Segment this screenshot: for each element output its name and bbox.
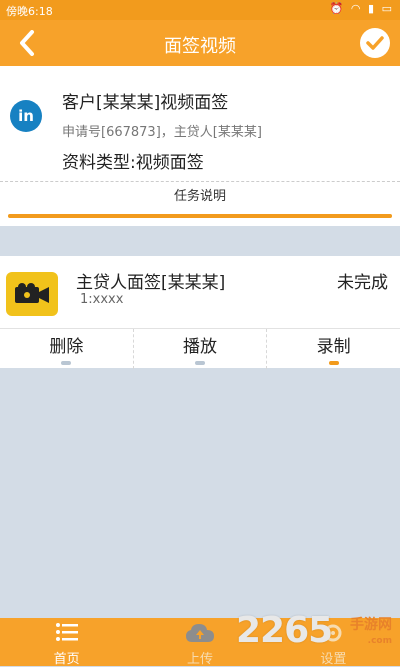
action-bar: 删除 播放 录制 <box>0 328 400 369</box>
status-bar: 傍晚6:18 ⏰ ◠ ▮ ▭ <box>0 0 400 20</box>
linkedin-icon: in <box>10 100 42 132</box>
tab-settings[interactable]: 设置 <box>267 618 400 667</box>
wifi-icon: ◠ <box>350 2 363 15</box>
battery-icon: ▭ <box>381 2 394 15</box>
tab-home[interactable]: 首页 <box>0 618 133 667</box>
delete-label: 删除 <box>49 337 84 357</box>
play-label: 播放 <box>183 337 217 357</box>
confirm-button[interactable] <box>360 28 390 58</box>
page-title: 面签视频 <box>164 36 236 57</box>
tab-settings-label: 设置 <box>320 652 347 667</box>
cloud-upload-icon <box>185 624 214 642</box>
title-bar: 面签视频 <box>0 20 400 66</box>
record-button[interactable]: 录制 <box>266 329 400 369</box>
tab-upload[interactable]: 上传 <box>133 618 266 667</box>
bottom-tab-bar: 首页 上传 设置 <box>0 618 400 667</box>
check-icon <box>366 36 384 50</box>
list-icon <box>55 623 78 641</box>
video-subtitle: 1:xxxx <box>80 292 124 307</box>
progress-bar <box>8 214 392 218</box>
application-info: 申请号[667873]，主贷人[某某某] <box>62 125 262 140</box>
indicator-dot <box>61 361 72 365</box>
tab-upload-label: 上传 <box>186 652 213 667</box>
progress-fill <box>8 214 392 218</box>
gear-icon <box>324 624 342 642</box>
material-type: 资料类型:视频面签 <box>62 153 204 173</box>
video-item: 主贷人面签[某某某] 未完成 1:xxxx 删除 播放 录制 <box>0 256 400 369</box>
status-time: 傍晚6:18 <box>6 5 53 18</box>
indicator-dot-active <box>328 361 339 365</box>
record-label: 录制 <box>316 337 351 357</box>
status-label: 未完成 <box>337 273 388 293</box>
task-description-button[interactable]: 任务说明 <box>0 182 400 212</box>
customer-title: 客户[某某某]视频面签 <box>62 93 229 113</box>
alarm-icon: ⏰ <box>329 2 346 15</box>
indicator-dot <box>195 361 205 365</box>
customer-card: in 客户[某某某]视频面签 申请号[667873]，主贷人[某某某] 资料类型… <box>0 66 400 226</box>
video-camera-icon <box>6 272 58 316</box>
tab-home-label: 首页 <box>53 652 80 667</box>
signal-icon: ▮ <box>368 2 377 15</box>
play-button[interactable]: 播放 <box>132 329 267 369</box>
status-icons: ⏰ ◠ ▮ ▭ <box>330 2 394 15</box>
video-title: 主贷人面签[某某某] <box>76 273 226 293</box>
delete-button[interactable]: 删除 <box>0 329 133 369</box>
